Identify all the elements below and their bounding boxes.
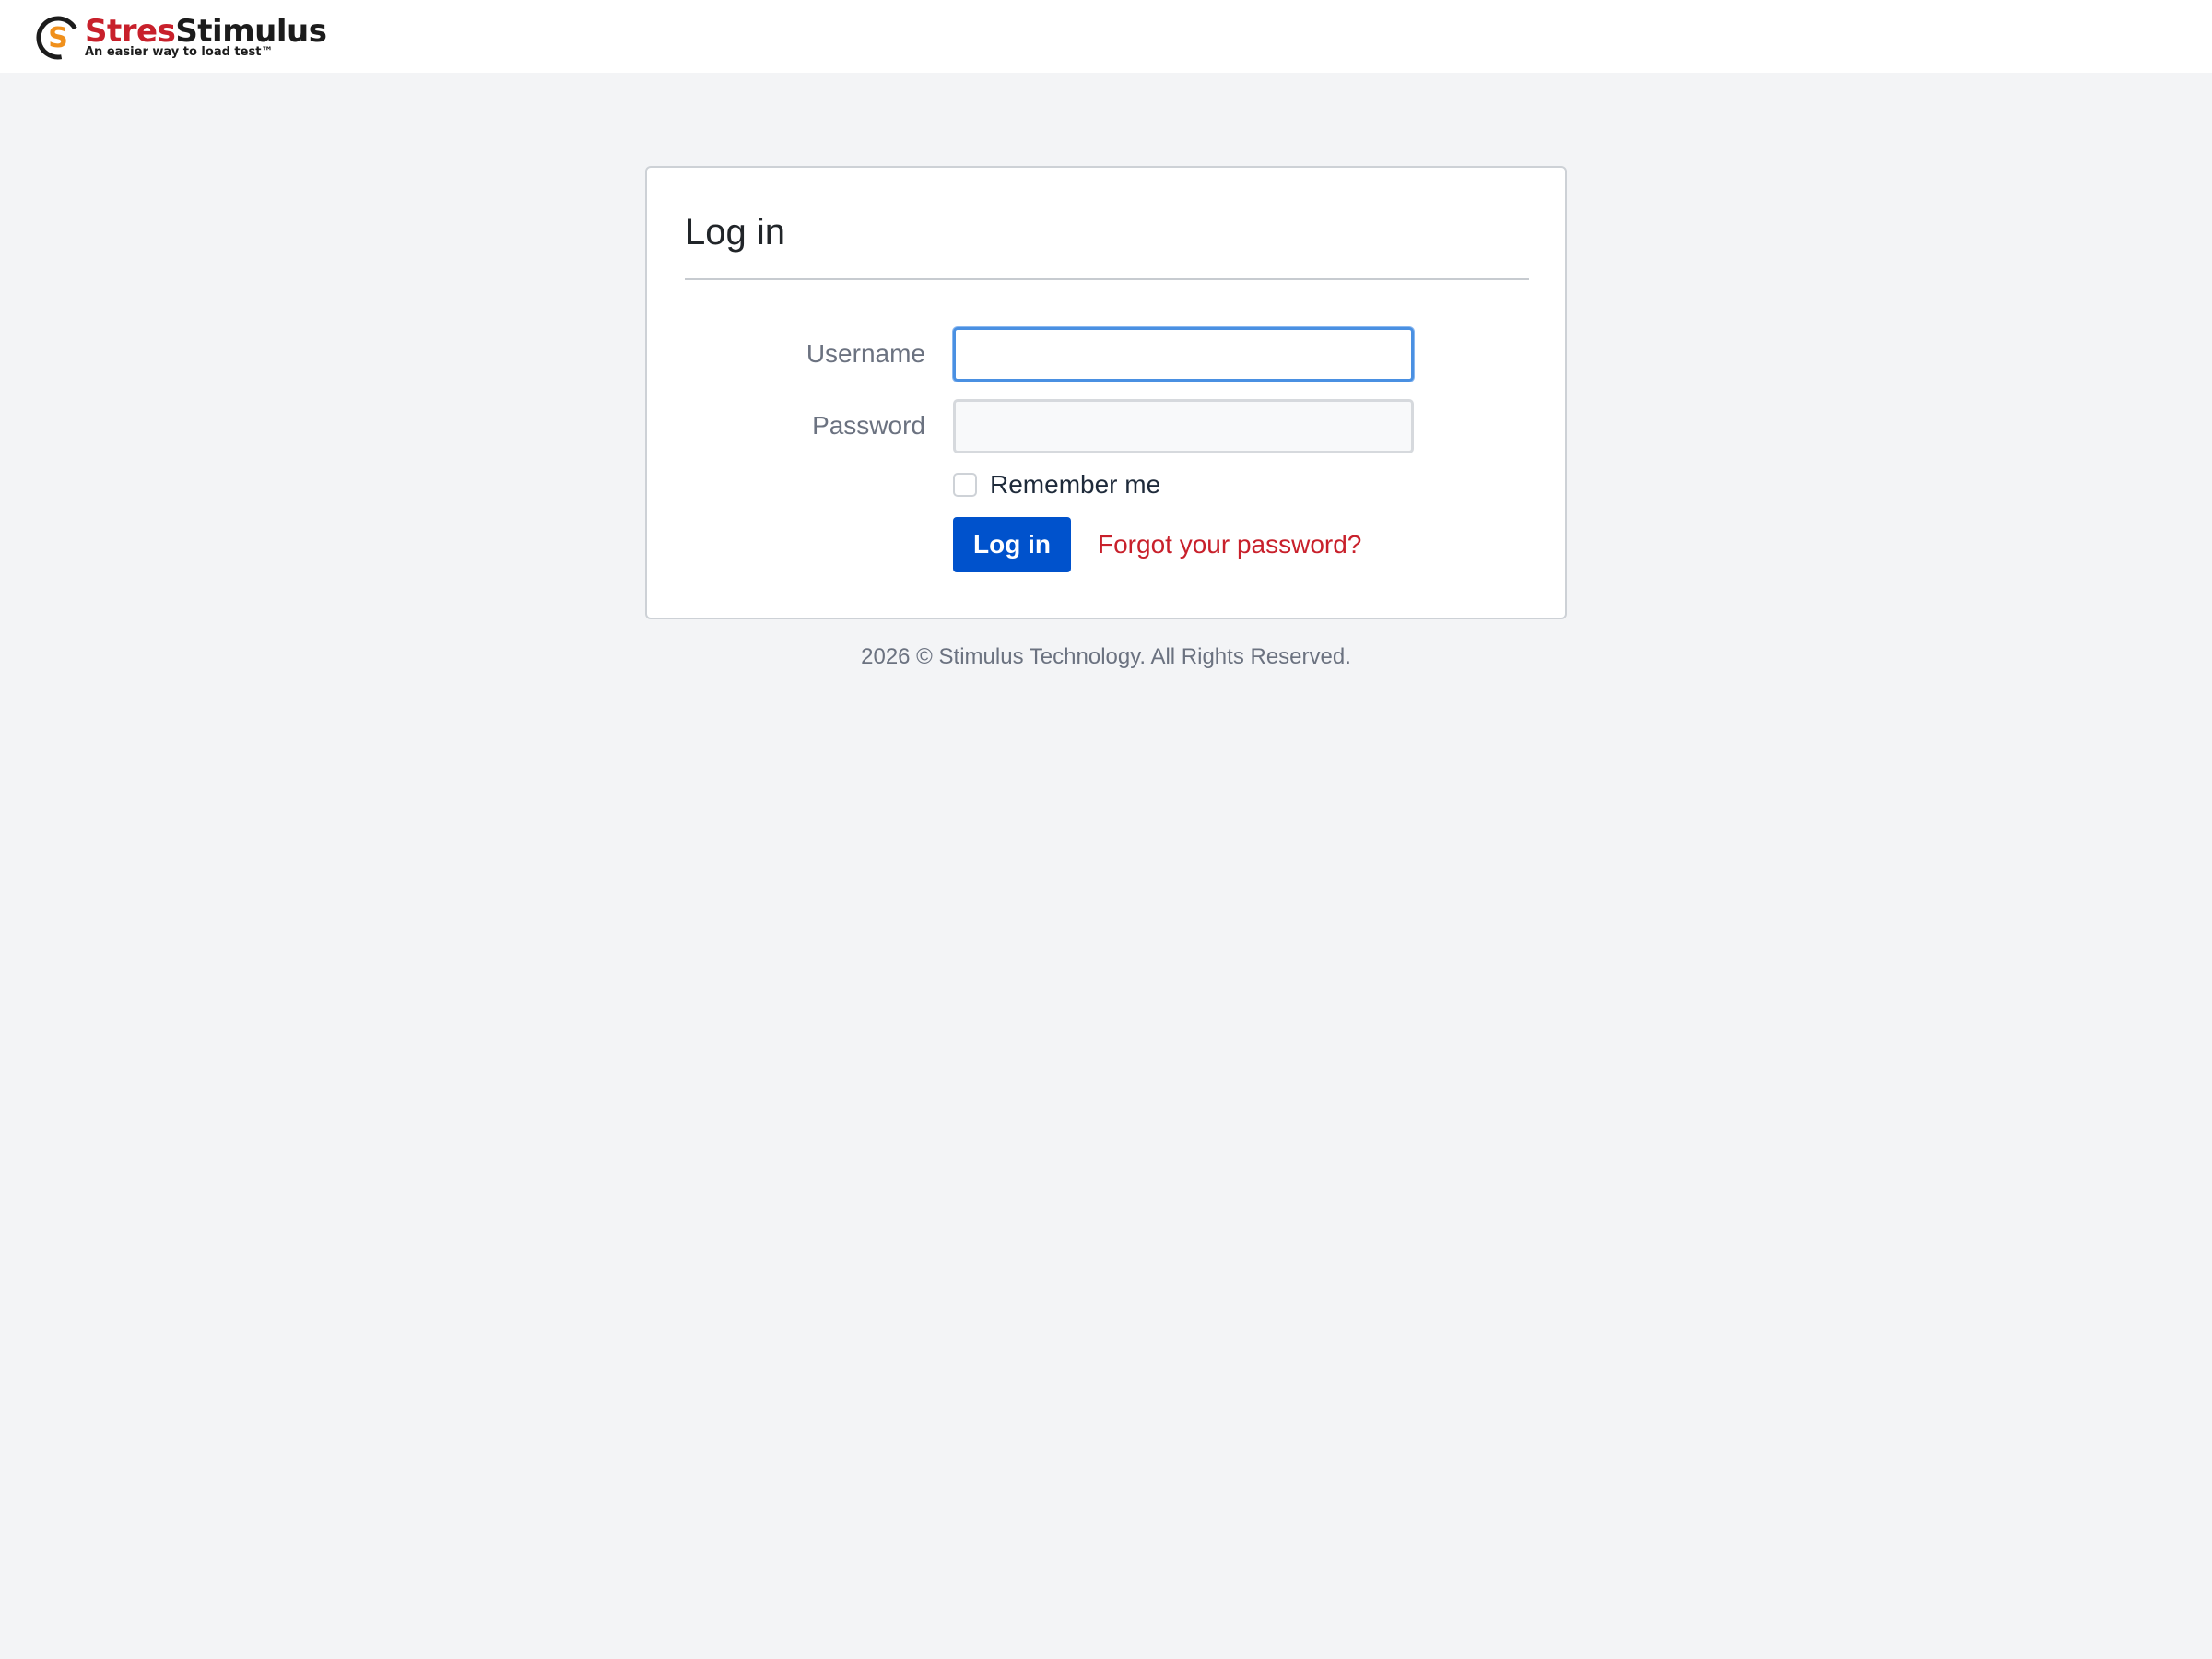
logo-tagline: An easier way to load test™ [85,45,274,59]
login-card: Log in Username Password Remember me Log… [645,166,1567,619]
remember-me-label[interactable]: Remember me [990,468,1160,501]
svg-text:S: S [48,22,68,54]
remember-me-checkbox[interactable] [953,473,977,497]
username-label: Username [806,339,925,368]
password-input[interactable] [953,399,1414,453]
remember-me-row: Remember me [953,468,1160,501]
title-divider [685,278,1529,280]
login-button[interactable]: Log in [953,517,1071,572]
stresstimulus-logo[interactable]: S StresStimulus An easier way to load te… [35,13,327,61]
password-label: Password [812,411,925,440]
logo-s-icon: S [36,16,80,60]
username-input[interactable] [953,327,1414,382]
forgot-password-link[interactable]: Forgot your password? [1098,528,1361,561]
login-title: Log in [685,212,785,253]
footer-copyright: 2026 © Stimulus Technology. All Rights R… [861,644,1351,669]
top-header: S StresStimulus An easier way to load te… [0,0,2212,73]
